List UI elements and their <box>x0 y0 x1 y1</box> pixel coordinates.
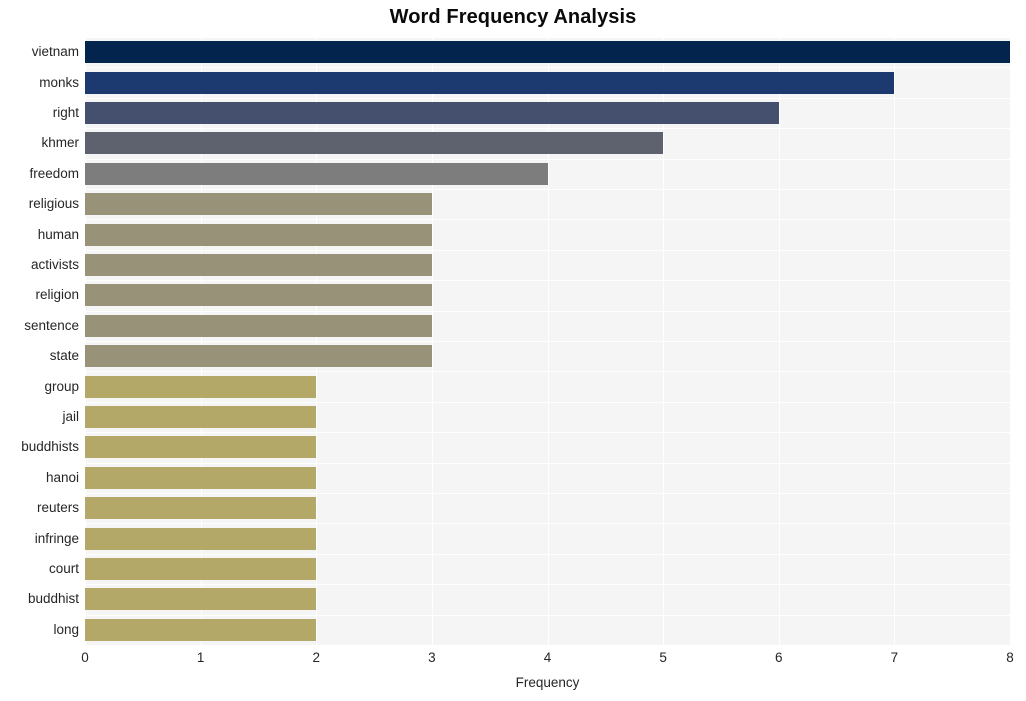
gridline-horizontal <box>85 341 1010 342</box>
y-tick-label: buddhists <box>21 439 79 455</box>
gridline-horizontal <box>85 311 1010 312</box>
y-tick-label: infringe <box>34 530 79 546</box>
y-tick-label: freedom <box>29 165 79 181</box>
y-tick-label: sentence <box>24 317 79 333</box>
gridline-horizontal <box>85 37 1010 38</box>
gridline-horizontal <box>85 219 1010 220</box>
y-tick-label: reuters <box>36 500 79 516</box>
y-tick-label: religion <box>35 287 79 303</box>
x-tick-label: 7 <box>890 650 899 665</box>
bar <box>85 162 548 185</box>
word-frequency-chart: Word Frequency Analysis vietnam monks righ… <box>0 0 1026 701</box>
bar <box>85 497 317 520</box>
gridline-horizontal <box>85 402 1010 403</box>
gridline-horizontal <box>85 159 1010 160</box>
y-tick-label: vietnam <box>31 44 79 60</box>
bar <box>85 41 1010 64</box>
bar <box>85 345 432 368</box>
y-tick-label: right <box>52 105 79 120</box>
y-tick-label: court <box>48 561 79 576</box>
bar <box>85 314 432 337</box>
bar <box>85 193 432 216</box>
gridline-horizontal <box>85 67 1010 68</box>
gridline-horizontal <box>85 371 1010 372</box>
gridline-horizontal <box>85 98 1010 99</box>
x-tick-label: 0 <box>81 650 89 665</box>
bar <box>85 406 317 428</box>
x-tick-label: 5 <box>659 650 667 665</box>
bar <box>85 618 317 641</box>
y-tick-label: buddhist <box>27 591 79 607</box>
x-tick-label: 4 <box>543 650 552 665</box>
x-axis-title: Frequency <box>515 675 580 690</box>
bar <box>85 284 432 307</box>
x-tick-label: 3 <box>428 650 436 665</box>
bar <box>85 375 317 398</box>
y-tick-label: human <box>37 226 79 242</box>
y-axis-tick-labels: vietnam monks right khmer freedom religious hu… <box>0 37 79 645</box>
gridline-horizontal <box>85 280 1010 281</box>
bar <box>85 132 664 155</box>
bar <box>85 588 317 611</box>
bar <box>85 466 317 489</box>
gridline-vertical <box>1010 37 1011 645</box>
gridline-horizontal <box>85 554 1010 555</box>
gridline-horizontal <box>85 584 1010 585</box>
y-tick-label: activists <box>30 257 79 272</box>
bar <box>85 558 317 580</box>
bar <box>85 102 779 124</box>
gridline-horizontal <box>85 250 1010 251</box>
gridline-horizontal <box>85 645 1010 646</box>
bar <box>85 527 317 550</box>
y-tick-label: group <box>44 378 79 394</box>
gridline-horizontal <box>85 523 1010 524</box>
gridline-horizontal <box>85 128 1010 129</box>
y-tick-label: long <box>53 621 79 637</box>
x-axis-tick-labels: 0 1 2 3 4 5 6 7 8 <box>81 650 1014 670</box>
y-tick-label: hanoi <box>45 469 79 485</box>
y-tick-label: monks <box>39 74 79 90</box>
x-tick-label: 1 <box>196 650 205 665</box>
gridline-horizontal <box>85 493 1010 494</box>
gridline-horizontal <box>85 189 1010 190</box>
gridline-horizontal <box>85 463 1010 464</box>
y-tick-label: khmer <box>41 135 79 151</box>
chart-title: Word Frequency Analysis <box>389 6 637 28</box>
gridline-horizontal <box>85 615 1010 616</box>
x-tick-label: 8 <box>1006 650 1014 665</box>
bar <box>85 436 317 459</box>
bar <box>85 223 432 246</box>
bar <box>85 71 895 94</box>
plot-area <box>85 37 1011 646</box>
y-tick-label: jail <box>62 409 79 424</box>
y-tick-label: state <box>49 348 79 364</box>
gridline-horizontal <box>85 432 1010 433</box>
x-tick-label: 2 <box>312 650 320 665</box>
y-tick-label: religious <box>28 196 79 212</box>
x-tick-label: 6 <box>774 650 783 665</box>
bar <box>85 254 432 276</box>
